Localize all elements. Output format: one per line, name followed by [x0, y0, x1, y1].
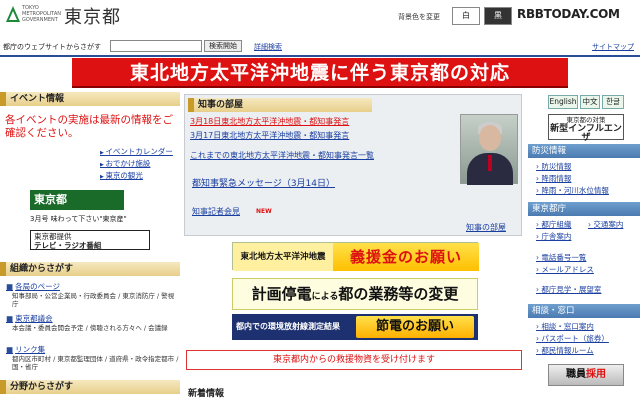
- links-desc: 都内区市町村 / 東京都監理団体 / 道府県・政令指定都市 / 国・省庁: [12, 355, 179, 371]
- header-divider: [0, 55, 640, 57]
- governor-heading: 知事の部屋: [188, 98, 372, 112]
- flu-line2: 新型インフルエンザ: [550, 124, 622, 143]
- koho-issue-text: 3月号 味わって下さい"東京産": [30, 215, 127, 223]
- bureau-pages-desc: 知事部局・公営企業局・行政委員会 / 東京消防庁 / 警視庁: [12, 292, 175, 308]
- phone-list-link[interactable]: 電話番号一覧: [536, 252, 586, 263]
- governor-statement-list-link[interactable]: これまでの東北地方太平洋沖地震・都知事発言一覧: [190, 150, 374, 161]
- assembly-link[interactable]: 東京都議会: [6, 313, 53, 324]
- consult-desk-link[interactable]: 相談・窓口案内: [536, 321, 594, 332]
- field-section-heading: 分野からさがす: [0, 380, 180, 394]
- org-section-heading: 組織からさがす: [0, 262, 180, 276]
- donation-banner[interactable]: 東北地方太平洋沖地震 義援金のお願い: [232, 242, 479, 271]
- donation-banner-title: 義援金のお願い: [333, 243, 479, 271]
- links-link[interactable]: リンク集: [6, 344, 45, 355]
- governor-statement-0318-link[interactable]: 3月18日東北地方太平洋沖地震・都知事発言: [190, 116, 349, 127]
- governor-statement-0317-link[interactable]: 3月17日東北地方太平洋沖地震・都知事発言: [190, 130, 349, 141]
- power-saving-label: 節電のお願い: [356, 316, 474, 338]
- outage-subtitle: 都の業務等の変更: [338, 285, 459, 303]
- assembly-desc: 本会議・委員会開会予定 / 傍聴される方々へ / 会議録: [12, 324, 168, 332]
- donation-banner-label: 東北地方太平洋沖地震: [233, 243, 333, 271]
- logo-title[interactable]: 東京都: [64, 3, 121, 29]
- office-access-link[interactable]: 交通案内: [588, 219, 623, 230]
- language-english-button[interactable]: English: [548, 95, 578, 109]
- emergency-message-link[interactable]: 都知事緊急メッセージ（3月14日）: [192, 176, 335, 189]
- relief-supplies-banner[interactable]: 東京都内からの救援物資を受け付けます: [186, 350, 522, 370]
- outage-title: 計画停電: [251, 285, 312, 303]
- bg-white-button[interactable]: 白: [452, 7, 480, 25]
- radiation-label: 都内での環境放射線測定結果: [236, 322, 340, 331]
- flu-banner[interactable]: 東京都の対策 新型インフルエンザ: [548, 114, 624, 143]
- language-chinese-button[interactable]: 中文: [580, 95, 600, 109]
- recruitment-banner[interactable]: 職員採用: [548, 364, 624, 386]
- koho-tokyo-banner[interactable]: 東京都: [30, 190, 124, 210]
- tv-radio-line1: 東京都提供: [34, 232, 72, 241]
- disaster-heading: 防災情報: [528, 144, 640, 158]
- info-room-link[interactable]: 都民情報ルーム: [536, 345, 593, 356]
- sitemap-link[interactable]: サイトマップ: [592, 42, 634, 52]
- office-tour-link[interactable]: 都庁見学・展望室: [536, 284, 601, 295]
- recruit-label-b: 採用: [586, 369, 606, 380]
- disaster-info-link[interactable]: 防災情報: [536, 161, 571, 172]
- language-korean-button[interactable]: 한글: [602, 95, 624, 109]
- advanced-search-link[interactable]: 詳細検索: [254, 42, 282, 52]
- river-level-link[interactable]: 降雨・河川水位情報: [536, 185, 609, 196]
- outage-particle: による: [311, 292, 339, 302]
- press-conference-link[interactable]: 知事記者会見: [192, 206, 240, 217]
- rainfall-info-link[interactable]: 降雨情報: [536, 173, 571, 184]
- office-org-link[interactable]: 都庁組織: [536, 219, 571, 230]
- tokyo-logo-icon[interactable]: [5, 5, 21, 23]
- flu-line1: 東京都の対策: [566, 116, 606, 124]
- bg-color-label: 背景色を変更: [398, 13, 440, 21]
- office-building-link[interactable]: 庁舎案内: [536, 231, 571, 242]
- news-heading: 新着情報: [188, 389, 225, 399]
- email-list-link[interactable]: メールアドレス: [536, 264, 594, 275]
- planned-outage-banner[interactable]: 計画停電による都の業務等の変更: [232, 278, 478, 310]
- outing-facilities-link[interactable]: おでかけ施設: [100, 158, 150, 169]
- search-label: 都庁のウェブサイトからさがす: [3, 43, 101, 51]
- new-badge: NEW: [256, 208, 272, 215]
- event-section-heading: イベント情報: [0, 92, 180, 106]
- consult-heading: 相談・窓口: [528, 304, 640, 318]
- office-heading: 東京都庁: [528, 202, 640, 216]
- recruit-label-a: 職員: [566, 369, 586, 380]
- event-notice: 各イベントの実施は最新の情報をご確認ください。: [5, 114, 173, 139]
- tv-radio-banner[interactable]: 東京都提供 テレビ・ラジオ番組: [30, 230, 150, 250]
- search-input[interactable]: [110, 40, 202, 52]
- event-calendar-link[interactable]: イベントカレンダー: [100, 146, 173, 157]
- bureau-pages-link[interactable]: 各局のページ: [6, 281, 60, 292]
- governor-photo: [460, 114, 518, 185]
- tokyo-tourism-link[interactable]: 東京の観光: [100, 170, 143, 181]
- earthquake-banner[interactable]: 東北地方太平洋沖地震に伴う東京都の対応: [72, 58, 568, 88]
- search-button[interactable]: 検索開始: [204, 40, 242, 52]
- governor-room-link[interactable]: 知事の部屋: [466, 222, 506, 233]
- radiation-results-banner[interactable]: 都内での環境放射線測定結果 節電のお願い: [232, 314, 478, 340]
- tv-radio-line2: テレビ・ラジオ番組: [34, 241, 102, 250]
- logo-english-text: TOKYO METROPOLITAN GOVERNMENT: [22, 5, 61, 23]
- watermark-text: RBBTODAY.COM: [517, 7, 620, 21]
- passport-link[interactable]: パスポート（旅券）: [536, 333, 609, 344]
- bg-black-button[interactable]: 黒: [484, 7, 512, 25]
